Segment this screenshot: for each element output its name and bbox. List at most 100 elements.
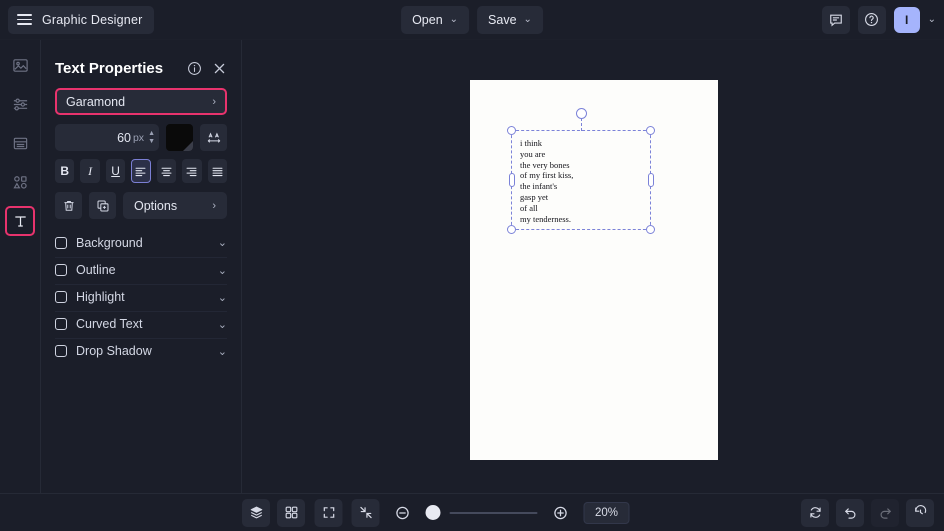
history-button[interactable] bbox=[906, 498, 934, 527]
align-right-button[interactable] bbox=[182, 159, 202, 183]
align-left-button[interactable] bbox=[131, 159, 151, 183]
option-curved-text[interactable]: Curved Text ⌄ bbox=[55, 311, 227, 336]
chevron-down-icon[interactable]: ⌄ bbox=[218, 291, 227, 304]
zoom-in-button[interactable] bbox=[547, 499, 575, 527]
italic-button[interactable]: I bbox=[80, 159, 100, 183]
info-icon[interactable] bbox=[187, 61, 202, 76]
options-row: Options › bbox=[55, 192, 227, 219]
chevron-down-icon[interactable]: ⌄ bbox=[218, 318, 227, 331]
layout-icon bbox=[12, 135, 29, 152]
resize-handle-bottom-right[interactable] bbox=[646, 225, 655, 234]
top-bar: Graphic Designer Open ⌄ Save ⌄ I ⌄ bbox=[0, 0, 944, 40]
chevron-right-icon: › bbox=[212, 95, 216, 108]
app-title: Graphic Designer bbox=[42, 12, 143, 27]
fit-screen-button[interactable] bbox=[314, 498, 343, 527]
checkbox[interactable] bbox=[55, 264, 67, 276]
resize-handle-right[interactable] bbox=[647, 173, 654, 187]
align-justify-button[interactable] bbox=[207, 159, 227, 183]
option-drop-shadow[interactable]: Drop Shadow ⌄ bbox=[55, 338, 227, 363]
layout-tool[interactable] bbox=[5, 128, 35, 158]
sync-button[interactable] bbox=[801, 498, 829, 527]
account-chevron-down-icon[interactable]: ⌄ bbox=[928, 14, 936, 25]
font-family-select[interactable]: Garamond › bbox=[55, 88, 227, 115]
resize-handle-top-left[interactable] bbox=[507, 126, 516, 135]
history-controls bbox=[801, 498, 934, 527]
resize-handle-bottom-left[interactable] bbox=[507, 225, 516, 234]
hamburger-icon[interactable] bbox=[17, 14, 32, 25]
font-family-value: Garamond bbox=[66, 94, 126, 109]
undo-button[interactable] bbox=[836, 498, 864, 527]
tool-rail bbox=[0, 40, 41, 493]
resize-handle-top-right[interactable] bbox=[646, 126, 655, 135]
fit-screen-icon bbox=[321, 505, 336, 520]
grid-button[interactable] bbox=[277, 498, 305, 527]
option-highlight[interactable]: Highlight ⌄ bbox=[55, 284, 227, 309]
zoom-slider-track[interactable] bbox=[449, 511, 538, 514]
page-title: Text Properties bbox=[55, 59, 164, 77]
zoom-slider-handle[interactable] bbox=[425, 505, 441, 520]
comment-button[interactable] bbox=[821, 5, 850, 34]
stepper-up-icon[interactable]: ▲ bbox=[148, 130, 155, 137]
checkbox[interactable] bbox=[55, 236, 67, 249]
sync-icon bbox=[808, 505, 823, 520]
bold-button[interactable]: B bbox=[55, 159, 75, 183]
checkbox[interactable] bbox=[55, 345, 67, 357]
close-icon[interactable] bbox=[212, 61, 227, 76]
duplicate-button[interactable] bbox=[89, 192, 116, 219]
adjustments-tool[interactable] bbox=[5, 89, 35, 119]
text-icon bbox=[12, 213, 29, 230]
shapes-icon bbox=[12, 174, 29, 191]
checkbox[interactable] bbox=[55, 318, 67, 330]
panel-header: Text Properties bbox=[55, 48, 227, 88]
chevron-down-icon[interactable]: ⌄ bbox=[218, 236, 227, 249]
font-size-unit: px bbox=[132, 131, 145, 144]
stepper-arrows[interactable]: ▲ ▼ bbox=[148, 130, 155, 145]
save-button[interactable]: Save ⌄ bbox=[477, 5, 543, 34]
stepper-down-icon[interactable]: ▼ bbox=[148, 138, 155, 145]
zoom-out-button[interactable] bbox=[389, 499, 417, 527]
grid-icon bbox=[284, 505, 299, 520]
option-background[interactable]: Background ⌄ bbox=[55, 230, 227, 255]
open-button[interactable]: Open ⌄ bbox=[401, 5, 470, 34]
align-right-icon bbox=[185, 165, 198, 178]
delete-button[interactable] bbox=[55, 192, 82, 219]
app-menu-button[interactable]: Graphic Designer bbox=[8, 5, 155, 34]
shapes-tool[interactable] bbox=[5, 167, 35, 197]
checkbox[interactable] bbox=[55, 291, 67, 303]
comment-icon bbox=[829, 13, 843, 27]
font-size-stepper[interactable]: 60 px ▲ ▼ bbox=[55, 124, 159, 151]
rotation-line bbox=[581, 118, 582, 131]
shrink-button[interactable] bbox=[351, 498, 380, 527]
align-justify-icon bbox=[211, 165, 224, 178]
chevron-down-icon[interactable]: ⌄ bbox=[218, 345, 227, 358]
rotate-handle[interactable] bbox=[575, 108, 587, 119]
layers-button[interactable] bbox=[242, 498, 270, 527]
option-label: Background bbox=[76, 235, 143, 250]
canvas-area[interactable]: i think you are the very bones of my fir… bbox=[242, 40, 944, 493]
help-button[interactable] bbox=[857, 5, 886, 34]
text-tool[interactable] bbox=[5, 206, 35, 236]
chevron-down-icon[interactable]: ⌄ bbox=[218, 264, 227, 277]
letter-spacing-button[interactable] bbox=[200, 124, 227, 151]
underline-button[interactable]: U bbox=[105, 159, 126, 183]
history-icon bbox=[913, 505, 928, 520]
underline-label: U bbox=[111, 164, 120, 178]
shrink-icon bbox=[358, 505, 373, 520]
text-color-swatch[interactable] bbox=[166, 124, 193, 151]
align-center-button[interactable] bbox=[156, 159, 177, 183]
trash-icon bbox=[62, 199, 76, 213]
zoom-level-value[interactable]: 20% bbox=[583, 501, 630, 524]
option-outline[interactable]: Outline ⌄ bbox=[55, 257, 227, 282]
options-button[interactable]: Options › bbox=[123, 192, 227, 219]
avatar[interactable]: I bbox=[893, 6, 920, 33]
letter-spacing-icon bbox=[206, 130, 222, 146]
zoom-out-icon bbox=[395, 505, 411, 521]
header-right-actions: I ⌄ bbox=[821, 5, 936, 34]
image-tool[interactable] bbox=[5, 50, 35, 80]
resize-handle-left[interactable] bbox=[508, 173, 515, 187]
redo-button[interactable] bbox=[871, 498, 899, 527]
text-selection-box[interactable]: i think you are the very bones of my fir… bbox=[507, 108, 655, 234]
help-circle-icon bbox=[864, 12, 879, 27]
redo-icon bbox=[878, 505, 893, 520]
canvas-text[interactable]: i think you are the very bones of my fir… bbox=[520, 138, 573, 224]
